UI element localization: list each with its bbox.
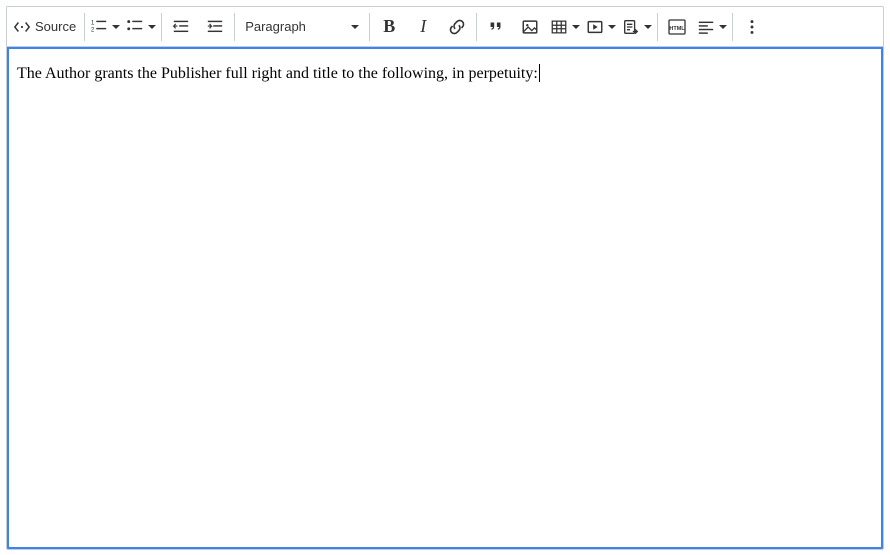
insert-icon bbox=[622, 18, 640, 36]
outdent-button[interactable] bbox=[164, 9, 198, 45]
more-button[interactable] bbox=[735, 9, 769, 45]
quote-icon bbox=[487, 18, 505, 36]
source-icon bbox=[13, 18, 31, 36]
svg-text:2: 2 bbox=[91, 26, 95, 33]
outdent-icon bbox=[172, 18, 190, 36]
chevron-down-icon bbox=[351, 25, 359, 29]
separator bbox=[369, 13, 370, 41]
chevron-down-icon bbox=[112, 25, 120, 29]
chevron-down-icon bbox=[572, 25, 580, 29]
italic-icon: I bbox=[420, 16, 426, 37]
media-icon bbox=[586, 18, 604, 36]
italic-button[interactable]: I bbox=[406, 9, 440, 45]
link-button[interactable] bbox=[440, 9, 474, 45]
chevron-down-icon bbox=[719, 25, 727, 29]
separator bbox=[161, 13, 162, 41]
bold-button[interactable]: B bbox=[372, 9, 406, 45]
align-left-icon bbox=[697, 18, 715, 36]
heading-value: Paragraph bbox=[245, 19, 306, 34]
bulleted-list-dropdown[interactable] bbox=[123, 9, 159, 45]
editor-content[interactable]: The Author grants the Publisher full rig… bbox=[7, 47, 883, 549]
html-embed-icon: HTML bbox=[667, 17, 687, 37]
editor-toolbar: Source 1 2 bbox=[7, 7, 883, 47]
more-vertical-icon bbox=[743, 18, 761, 36]
numbered-list-dropdown[interactable]: 1 2 bbox=[87, 9, 123, 45]
separator bbox=[732, 13, 733, 41]
blockquote-button[interactable] bbox=[479, 9, 513, 45]
table-icon bbox=[550, 18, 568, 36]
svg-text:1: 1 bbox=[91, 19, 95, 26]
source-button[interactable]: Source bbox=[9, 9, 82, 45]
bold-icon: B bbox=[383, 16, 395, 37]
heading-dropdown[interactable]: Paragraph bbox=[237, 9, 367, 45]
indent-button[interactable] bbox=[198, 9, 232, 45]
chevron-down-icon bbox=[644, 25, 652, 29]
rich-text-editor: Source 1 2 bbox=[6, 6, 884, 550]
text-cursor bbox=[539, 64, 540, 82]
separator bbox=[84, 13, 85, 41]
image-button[interactable] bbox=[513, 9, 547, 45]
separator bbox=[234, 13, 235, 41]
separator bbox=[657, 13, 658, 41]
link-icon bbox=[448, 18, 466, 36]
insert-dropdown[interactable] bbox=[619, 9, 655, 45]
indent-icon bbox=[206, 18, 224, 36]
chevron-down-icon bbox=[608, 25, 616, 29]
chevron-down-icon bbox=[148, 25, 156, 29]
svg-text:HTML: HTML bbox=[670, 26, 686, 32]
source-label: Source bbox=[35, 19, 76, 34]
paragraph-text: The Author grants the Publisher full rig… bbox=[17, 65, 538, 82]
numbered-list-icon: 1 2 bbox=[90, 18, 108, 36]
alignment-dropdown[interactable] bbox=[694, 9, 730, 45]
bulleted-list-icon bbox=[126, 18, 144, 36]
table-dropdown[interactable] bbox=[547, 9, 583, 45]
image-icon bbox=[521, 18, 539, 36]
html-embed-button[interactable]: HTML bbox=[660, 9, 694, 45]
media-dropdown[interactable] bbox=[583, 9, 619, 45]
separator bbox=[476, 13, 477, 41]
